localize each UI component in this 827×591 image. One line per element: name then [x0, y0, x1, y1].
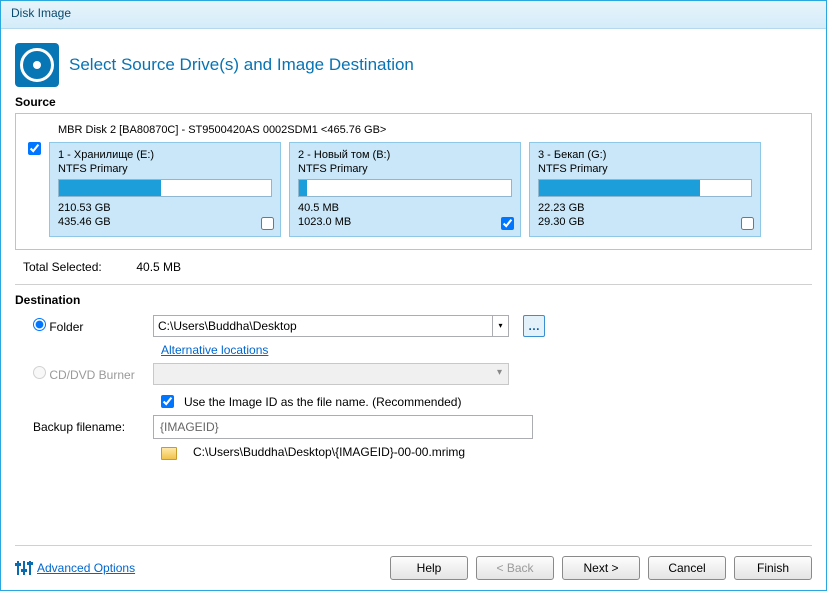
window-title: Disk Image [11, 6, 71, 20]
partition-type: NTFS Primary [538, 163, 752, 175]
destination-label: Destination [15, 293, 812, 307]
folder-label-text: Folder [49, 320, 83, 334]
total-size: 29.30 GB [538, 215, 752, 229]
partition-item[interactable]: 2 - Новый том (B:) NTFS Primary 40.5 MB … [289, 142, 521, 237]
wizard-window: Disk Image Select Source Drive(s) and Im… [0, 0, 827, 591]
help-button[interactable]: Help [390, 556, 468, 580]
folder-radio-label: Folder [33, 318, 143, 334]
advanced-options-row: Advanced Options [15, 560, 135, 576]
folder-icon [161, 447, 177, 460]
back-button: < Back [476, 556, 554, 580]
partition-type: NTFS Primary [298, 163, 512, 175]
used-size: 22.23 GB [538, 201, 752, 215]
sliders-icon [15, 560, 31, 576]
partition-title: 1 - Хранилище (E:) [58, 149, 272, 161]
partition-sizes: 40.5 MB 1023.0 MB [298, 201, 512, 230]
partition-sizes: 210.53 GB 435.46 GB [58, 201, 272, 230]
content-area: Select Source Drive(s) and Image Destina… [1, 29, 826, 475]
disk-checkbox[interactable] [28, 142, 41, 155]
filename-row: Backup filename: [33, 415, 812, 439]
footer: Advanced Options Help < Back Next > Canc… [15, 545, 812, 580]
browse-button[interactable]: … [523, 315, 545, 337]
button-bar: Help < Back Next > Cancel Finish [390, 556, 812, 580]
finish-button[interactable]: Finish [734, 556, 812, 580]
alternative-locations-link[interactable]: Alternative locations [161, 343, 268, 357]
output-path-row: C:\Users\Buddha\Desktop\{IMAGEID}-00-00.… [33, 445, 812, 459]
output-path-text: C:\Users\Buddha\Desktop\{IMAGEID}-00-00.… [193, 445, 465, 459]
partition-item[interactable]: 3 - Бекап (G:) NTFS Primary 22.23 GB 29.… [529, 142, 761, 237]
hard-drive-icon [15, 43, 59, 87]
disk-row: 1 - Хранилище (E:) NTFS Primary 210.53 G… [28, 142, 799, 237]
page-header: Select Source Drive(s) and Image Destina… [15, 43, 812, 87]
total-selected-value: 40.5 MB [136, 260, 181, 274]
use-imageid-label: Use the Image ID as the file name. (Reco… [184, 395, 461, 409]
burner-combo [153, 363, 509, 385]
partition-checkbox[interactable] [261, 217, 274, 230]
page-title: Select Source Drive(s) and Image Destina… [69, 55, 414, 75]
usage-fill [59, 180, 161, 196]
total-size: 1023.0 MB [298, 215, 512, 229]
usage-bar [538, 179, 752, 197]
advanced-options-link[interactable]: Advanced Options [37, 561, 135, 575]
partition-title: 2 - Новый том (B:) [298, 149, 512, 161]
destination-panel: Folder ▾ … Alternative locations CD/DVD … [15, 311, 812, 459]
partition-list: 1 - Хранилище (E:) NTFS Primary 210.53 G… [49, 142, 799, 237]
total-selected-label: Total Selected: [23, 260, 133, 274]
total-size: 435.46 GB [58, 215, 272, 229]
burner-radio-label: CD/DVD Burner [33, 366, 143, 382]
divider [15, 284, 812, 285]
source-label: Source [15, 95, 812, 109]
partition-checkbox[interactable] [501, 217, 514, 230]
folder-radio[interactable] [33, 318, 46, 331]
disk-descriptor: MBR Disk 2 [BA80870C] - ST9500420AS 0002… [58, 124, 799, 136]
burner-row: CD/DVD Burner [33, 363, 812, 385]
partition-sizes: 22.23 GB 29.30 GB [538, 201, 752, 230]
filename-input[interactable] [153, 415, 533, 439]
partition-item[interactable]: 1 - Хранилище (E:) NTFS Primary 210.53 G… [49, 142, 281, 237]
folder-path-input[interactable] [153, 315, 493, 337]
alt-locations-row: Alternative locations [33, 343, 812, 357]
burner-radio [33, 366, 46, 379]
used-size: 40.5 MB [298, 201, 512, 215]
used-size: 210.53 GB [58, 201, 272, 215]
folder-dropdown-icon[interactable]: ▾ [493, 315, 509, 337]
partition-checkbox[interactable] [741, 217, 754, 230]
filename-label: Backup filename: [33, 420, 143, 434]
usage-fill [539, 180, 700, 196]
burner-label-text: CD/DVD Burner [49, 368, 134, 382]
total-selected-row: Total Selected: 40.5 MB [23, 260, 812, 274]
folder-row: Folder ▾ … [33, 315, 812, 337]
usage-bar [298, 179, 512, 197]
folder-combo: ▾ [153, 315, 509, 337]
titlebar: Disk Image [1, 1, 826, 29]
partition-title: 3 - Бекап (G:) [538, 149, 752, 161]
use-imageid-checkbox[interactable] [161, 395, 174, 408]
next-button[interactable]: Next > [562, 556, 640, 580]
imageid-row: Use the Image ID as the file name. (Reco… [33, 395, 812, 409]
partition-type: NTFS Primary [58, 163, 272, 175]
usage-bar [58, 179, 272, 197]
cancel-button[interactable]: Cancel [648, 556, 726, 580]
source-box: MBR Disk 2 [BA80870C] - ST9500420AS 0002… [15, 113, 812, 250]
usage-fill [299, 180, 307, 196]
